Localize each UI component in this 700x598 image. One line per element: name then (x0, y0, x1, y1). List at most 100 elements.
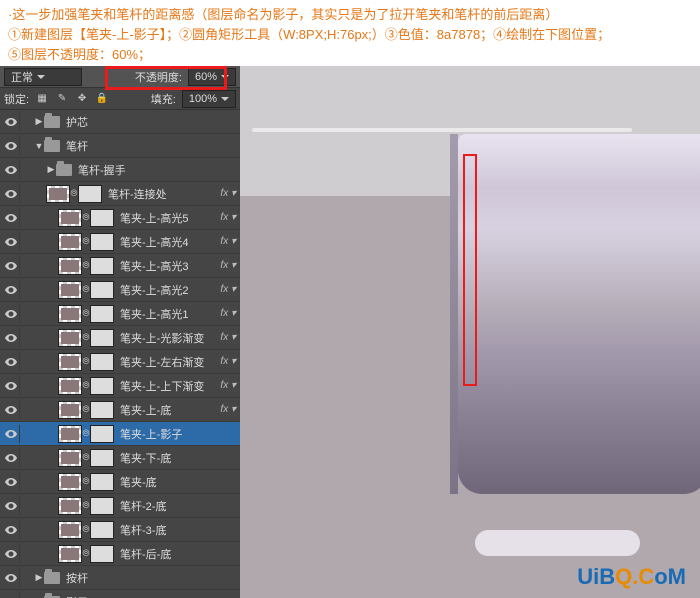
fx-badge[interactable]: fx ▾ (220, 188, 236, 199)
layer-row[interactable]: ⦾笔夹-上-高光3fx ▾ (0, 254, 240, 278)
layer-row[interactable]: ▼笔杆 (0, 134, 240, 158)
layer-row[interactable]: ⦾笔夹-上-上下渐变fx ▾ (0, 374, 240, 398)
visibility-eye-icon[interactable] (2, 401, 20, 419)
folder-icon (44, 140, 60, 152)
visibility-eye-icon[interactable] (2, 473, 20, 491)
vector-mask-thumb (90, 425, 114, 443)
vector-mask-thumb (90, 233, 114, 251)
layer-row[interactable]: ⦾笔夹-上-影子 (0, 422, 240, 446)
fx-badge[interactable]: fx ▾ (220, 308, 236, 319)
layer-row[interactable]: ⦾ 笔杆-连接处fx ▾ (0, 182, 240, 206)
visibility-eye-icon[interactable] (2, 185, 20, 203)
visibility-eye-icon[interactable] (2, 137, 20, 155)
lock-brush-icon[interactable]: ✎ (55, 92, 69, 106)
layer-name: 笔杆-连接处 (108, 186, 220, 202)
link-icon: ⦾ (82, 236, 90, 247)
lock-transparency-icon[interactable]: ▦ (35, 92, 49, 106)
layer-name: 笔夹-上-底 (120, 402, 220, 418)
layer-name: 笔杆-3-底 (120, 522, 240, 538)
visibility-eye-icon[interactable] (2, 593, 20, 598)
folder-icon (56, 164, 72, 176)
fx-badge[interactable]: fx ▾ (220, 212, 236, 223)
fill-label: 填充: (151, 91, 176, 107)
vector-mask-thumb (90, 401, 114, 419)
options-row: 正常 不透明度: 60% (0, 66, 240, 88)
layers-panel: 正常 不透明度: 60% 锁定: ▦ ✎ ✥ 🔒 填充: 100% ▶护芯▼笔杆… (0, 66, 240, 598)
opacity-value: 60% (195, 71, 217, 83)
canvas-area[interactable]: UiBQ.CoM (240, 66, 700, 598)
chevron-down-icon (221, 97, 229, 101)
blend-mode-dropdown[interactable]: 正常 (4, 68, 82, 86)
layer-row[interactable]: ▶按杆 (0, 566, 240, 590)
layer-name: 笔杆-后-底 (120, 546, 240, 562)
visibility-eye-icon[interactable] (2, 521, 20, 539)
chevron-down-icon (37, 75, 45, 79)
layer-row[interactable]: ⦾笔夹-上-高光2fx ▾ (0, 278, 240, 302)
layer-row[interactable]: ⦾笔杆-后-底 (0, 542, 240, 566)
fx-badge[interactable]: fx ▾ (220, 236, 236, 247)
visibility-eye-icon[interactable] (2, 353, 20, 371)
layer-name: 护芯 (66, 114, 240, 130)
link-icon: ⦾ (70, 188, 78, 199)
layer-row[interactable]: ⦾笔夹-上-高光5fx ▾ (0, 206, 240, 230)
fx-badge[interactable]: fx ▾ (220, 260, 236, 271)
layer-row[interactable]: ⦾笔杆-2-底 (0, 494, 240, 518)
vector-mask-thumb (90, 281, 114, 299)
fx-badge[interactable]: fx ▾ (220, 380, 236, 391)
fold-toggle-icon[interactable]: ▶ (46, 164, 56, 175)
tutorial-text: ·这一步加强笔夹和笔杆的距离感（图层命名为影子，其实只是为了拉开笔夹和笔杆的前后… (0, 0, 700, 70)
fill-dropdown[interactable]: 100% (182, 90, 236, 108)
visibility-eye-icon[interactable] (2, 545, 20, 563)
layer-row[interactable]: ⦾笔杆-3-底 (0, 518, 240, 542)
layer-thumb (58, 425, 82, 443)
folder-icon (44, 116, 60, 128)
opacity-dropdown[interactable]: 60% (188, 68, 236, 86)
layer-row[interactable]: ⦾笔夹-上-左右渐变fx ▾ (0, 350, 240, 374)
fx-badge[interactable]: fx ▾ (220, 356, 236, 367)
vector-mask-thumb (90, 497, 114, 515)
fx-badge[interactable]: fx ▾ (220, 404, 236, 415)
link-icon: ⦾ (82, 404, 90, 415)
visibility-eye-icon[interactable] (2, 161, 20, 179)
visibility-eye-icon[interactable] (2, 233, 20, 251)
visibility-eye-icon[interactable] (2, 569, 20, 587)
fx-badge[interactable]: fx ▾ (220, 284, 236, 295)
layer-name: 影子 (66, 594, 240, 598)
layer-row[interactable]: ⦾笔夹-上-高光4fx ▾ (0, 230, 240, 254)
visibility-eye-icon[interactable] (2, 377, 20, 395)
visibility-eye-icon[interactable] (2, 113, 20, 131)
opacity-label: 不透明度: (135, 69, 182, 85)
layer-row[interactable]: ▶ 护芯 (0, 110, 240, 134)
tutorial-line3: ⑤图层不透明度：60%； (8, 46, 692, 64)
lock-all-icon[interactable]: 🔒 (95, 92, 109, 106)
layer-row[interactable]: ⦾笔夹-上-高光1fx ▾ (0, 302, 240, 326)
visibility-eye-icon[interactable] (2, 329, 20, 347)
visibility-eye-icon[interactable] (2, 281, 20, 299)
visibility-eye-icon[interactable] (2, 449, 20, 467)
layer-row[interactable]: ⦾笔夹-上-光影渐变fx ▾ (0, 326, 240, 350)
layer-row[interactable]: ▶笔杆-握手 (0, 158, 240, 182)
vector-mask-thumb (90, 377, 114, 395)
visibility-eye-icon[interactable] (2, 257, 20, 275)
fold-toggle-icon[interactable]: ▶ (34, 572, 44, 583)
layer-row[interactable]: ⦾笔夹-底 (0, 470, 240, 494)
fold-toggle-icon[interactable]: ▶ (34, 116, 44, 127)
visibility-eye-icon[interactable] (2, 209, 20, 227)
link-icon: ⦾ (82, 500, 90, 511)
photoshop-window: 正常 不透明度: 60% 锁定: ▦ ✎ ✥ 🔒 填充: 100% ▶护芯▼笔杆… (0, 66, 700, 598)
layers-list[interactable]: ▶护芯▼笔杆▶笔杆-握手⦾笔杆-连接处fx ▾⦾笔夹-上-高光5fx ▾⦾笔夹-… (0, 110, 240, 598)
pen-clip-cylinder (458, 134, 700, 494)
layer-row[interactable]: ⦾ 笔夹-上-底fx ▾ (0, 398, 240, 422)
link-icon: ⦾ (82, 356, 90, 367)
visibility-eye-icon[interactable] (2, 305, 20, 323)
fold-toggle-icon[interactable]: ▼ (34, 141, 44, 151)
layer-name: 笔夹-上-上下渐变 (120, 378, 220, 394)
vector-mask-thumb (78, 185, 102, 203)
visibility-eye-icon[interactable] (2, 497, 20, 515)
lock-position-icon[interactable]: ✥ (75, 92, 89, 106)
visibility-eye-icon[interactable] (2, 425, 20, 443)
layer-row[interactable]: ▶影子 (0, 590, 240, 598)
layer-row[interactable]: ⦾笔夹-下-底 (0, 446, 240, 470)
link-icon: ⦾ (82, 212, 90, 223)
fx-badge[interactable]: fx ▾ (220, 332, 236, 343)
